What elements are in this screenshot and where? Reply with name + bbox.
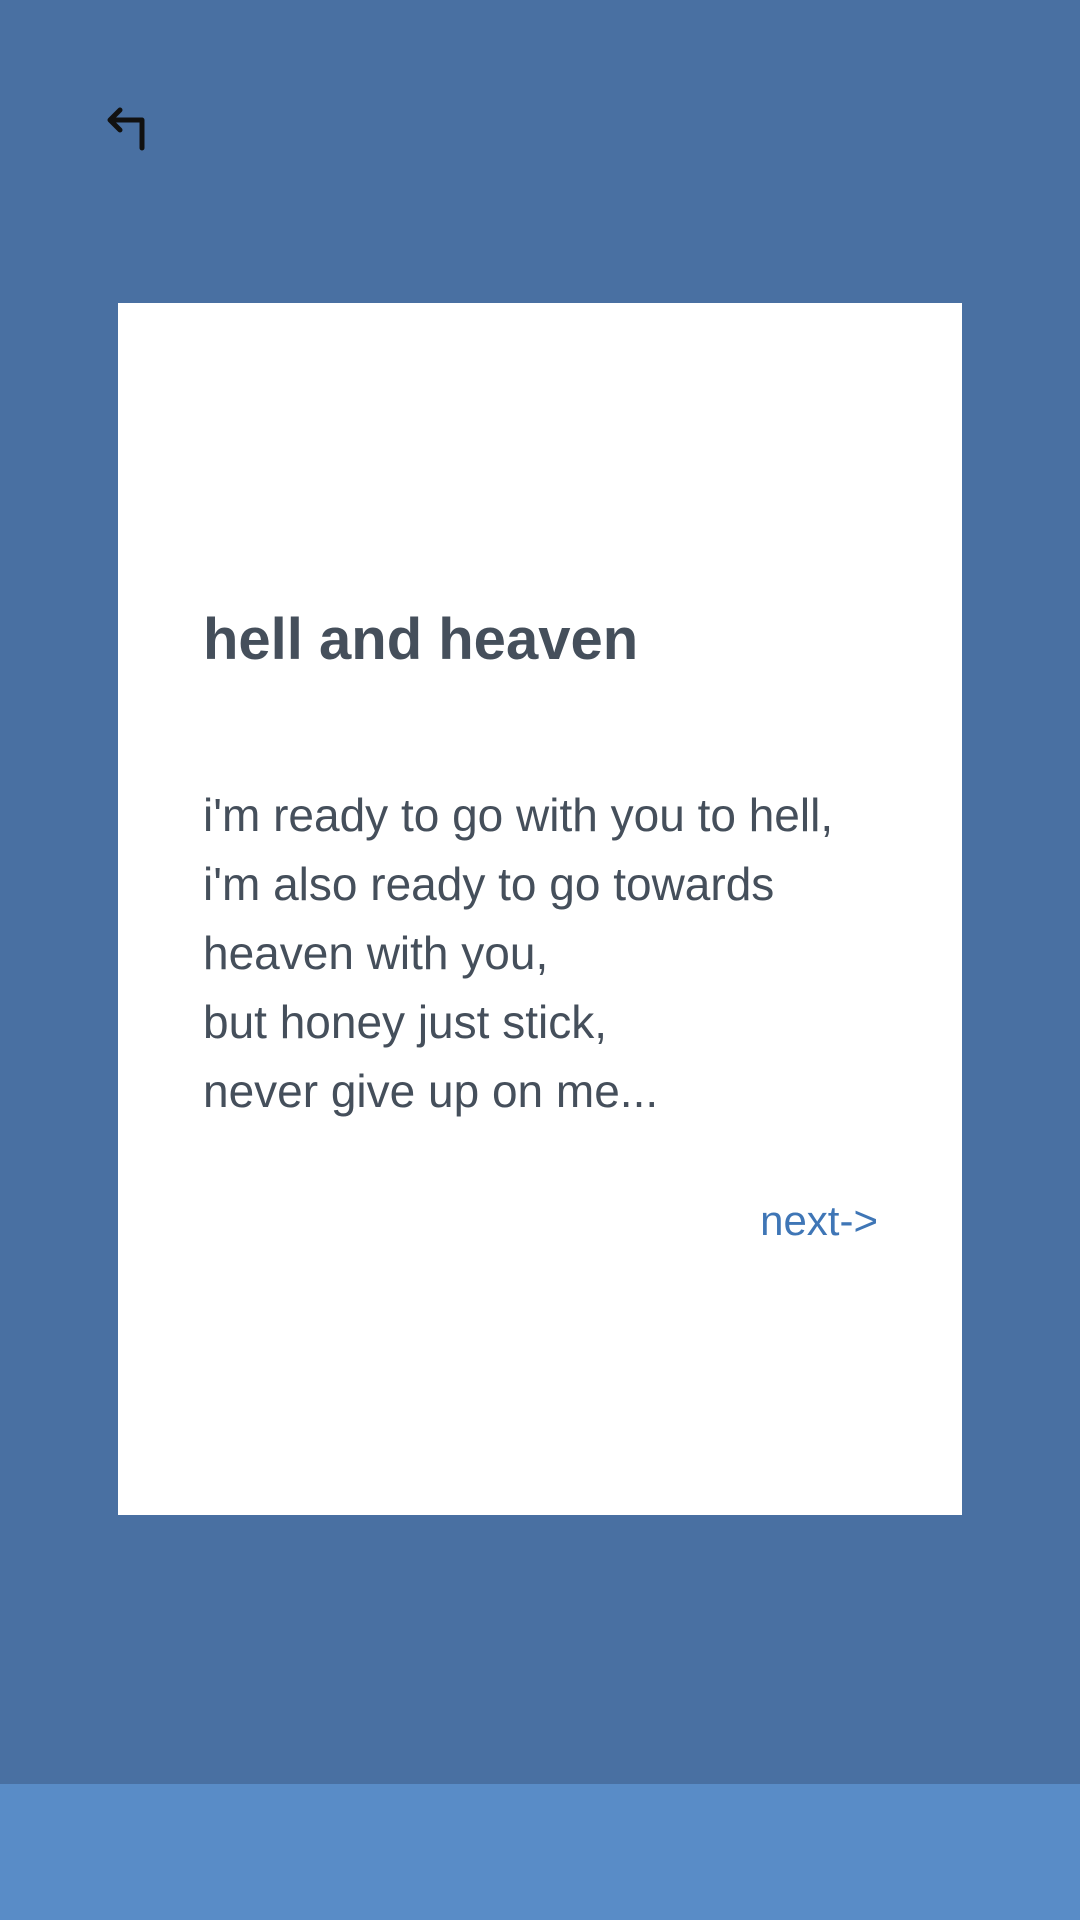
- bottom-bar: [0, 1784, 1080, 1920]
- poem-card: hell and heaven i'm ready to go with you…: [118, 303, 962, 1515]
- next-link[interactable]: next->: [760, 1197, 878, 1245]
- poem-body: i'm ready to go with you to hell, i'm al…: [203, 781, 903, 1126]
- back-button[interactable]: [96, 96, 160, 160]
- poem-line: but honey just stick,: [203, 996, 607, 1048]
- poem-line: heaven with you,: [203, 927, 549, 979]
- poem-line: i'm ready to go with you to hell,: [203, 789, 834, 841]
- poem-line: i'm also ready to go towards: [203, 858, 775, 910]
- poem-title: hell and heaven: [203, 607, 639, 672]
- reply-arrow-icon: [100, 98, 156, 159]
- poem-line: never give up on me...: [203, 1065, 659, 1117]
